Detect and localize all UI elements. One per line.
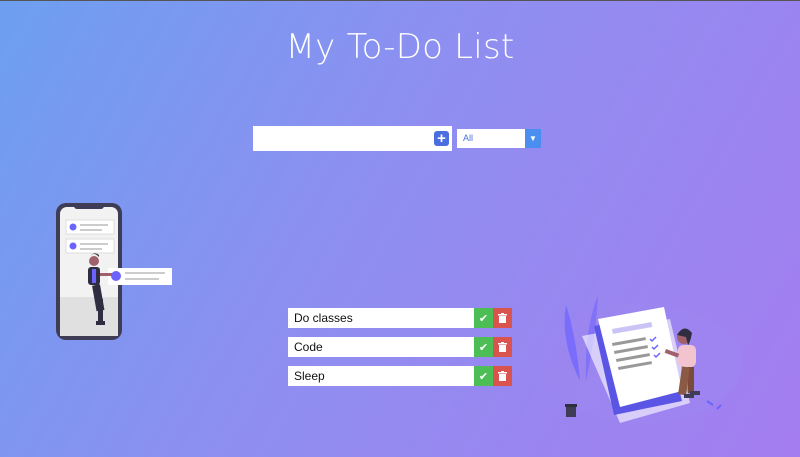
check-icon: ✔ — [478, 370, 489, 383]
todo-item-text: Code — [294, 340, 323, 354]
phone-person-illustration — [56, 203, 172, 340]
filter-select[interactable]: All ▼ — [457, 129, 541, 148]
add-todo-button[interactable]: + — [434, 131, 449, 146]
page-title: My To-Do List — [285, 27, 515, 67]
todo-list: Do classes ✔ Code ✔ Sleep ✔ — [288, 308, 512, 395]
complete-button[interactable]: ✔ — [474, 308, 493, 328]
todo-item: Sleep ✔ — [288, 366, 512, 386]
trash-icon — [498, 371, 507, 381]
todo-item: Code ✔ — [288, 337, 512, 357]
complete-button[interactable]: ✔ — [474, 337, 493, 357]
todo-input[interactable] — [253, 126, 452, 151]
todo-item-text: Sleep — [294, 369, 325, 383]
trash-icon — [498, 313, 507, 323]
trash-icon — [498, 342, 507, 352]
delete-button[interactable] — [493, 308, 512, 328]
checklist-person-illustration — [542, 295, 742, 423]
plus-icon: + — [437, 130, 446, 147]
todo-item: Do classes ✔ — [288, 308, 512, 328]
check-icon: ✔ — [478, 312, 489, 325]
complete-button[interactable]: ✔ — [474, 366, 493, 386]
check-icon: ✔ — [478, 341, 489, 354]
todo-item-text: Do classes — [294, 311, 353, 325]
caret-down-icon: ▼ — [525, 129, 541, 148]
delete-button[interactable] — [493, 366, 512, 386]
filter-selected-value: All — [463, 133, 474, 143]
delete-button[interactable] — [493, 337, 512, 357]
